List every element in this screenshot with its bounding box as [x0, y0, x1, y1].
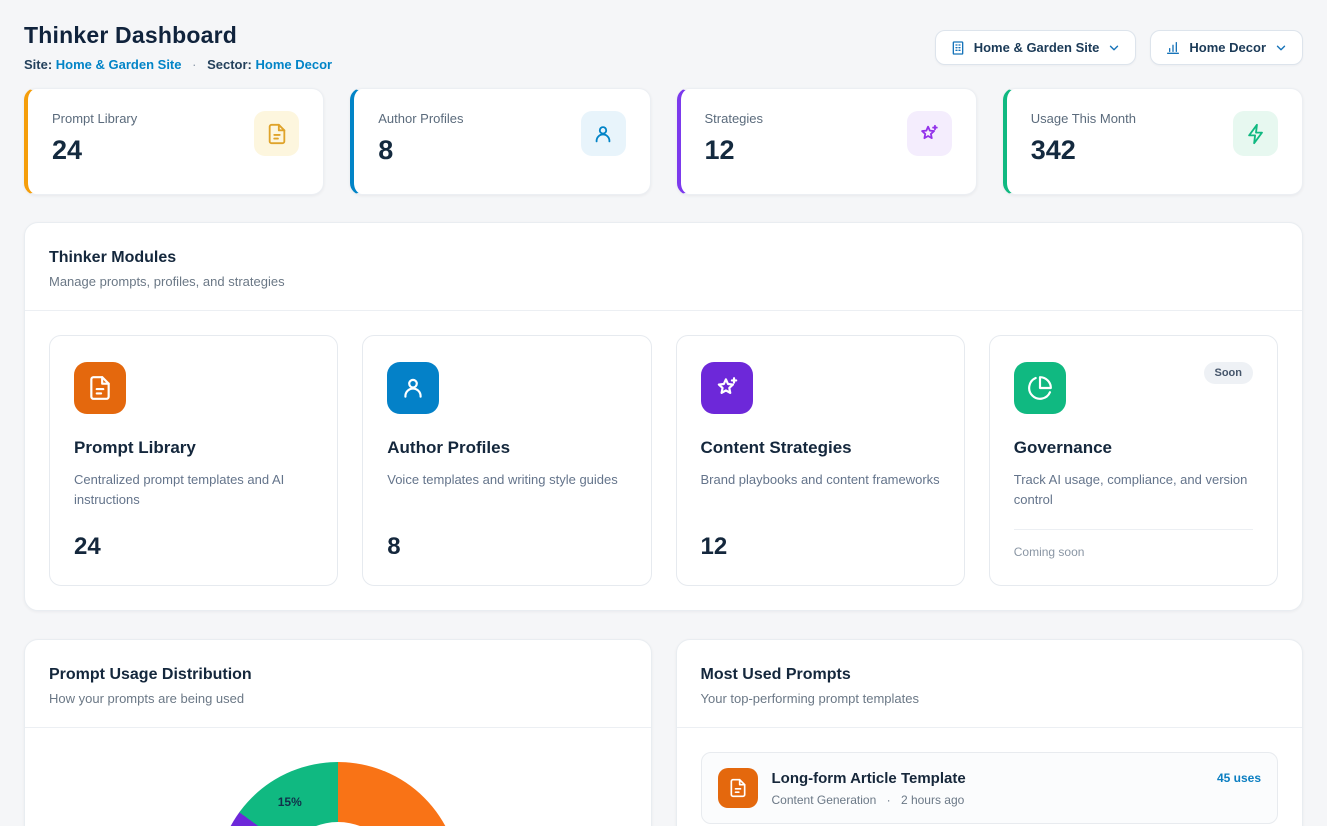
prompts-card-title: Most Used Prompts	[701, 666, 1279, 684]
module-description: Centralized prompt templates and AI inst…	[74, 470, 313, 510]
module-card-content-strategies[interactable]: Content Strategies Brand playbooks and c…	[676, 335, 965, 586]
usage-card-header: Prompt Usage Distribution How your promp…	[25, 640, 651, 728]
building-icon	[950, 40, 966, 56]
most-used-prompts-card: Most Used Prompts Your top-performing pr…	[676, 639, 1304, 826]
site-selector-dropdown[interactable]: Home & Garden Site	[935, 30, 1137, 65]
bottom-row: Prompt Usage Distribution How your promp…	[24, 639, 1303, 826]
module-top	[701, 362, 940, 414]
user-icon	[387, 362, 439, 414]
module-top	[387, 362, 626, 414]
chart-region: 15%	[25, 762, 651, 826]
sector-selector-dropdown[interactable]: Home Decor	[1150, 30, 1303, 65]
stat-value: 24	[52, 135, 137, 166]
sector-selector-label: Home Decor	[1189, 40, 1266, 55]
module-description: Voice templates and writing style guides	[387, 470, 626, 490]
stat-text: Usage This Month 342	[1031, 111, 1136, 172]
prompt-item-uses-badge: 45 uses	[1217, 768, 1261, 785]
prompts-card-header: Most Used Prompts Your top-performing pr…	[677, 640, 1303, 728]
sparkle-star-icon	[907, 111, 952, 156]
usage-card-title: Prompt Usage Distribution	[49, 666, 627, 684]
pie-chart-icon	[1014, 362, 1066, 414]
lightning-icon	[1233, 111, 1278, 156]
module-count: 8	[387, 533, 626, 561]
stat-label: Usage This Month	[1031, 111, 1136, 126]
chevron-down-icon	[1274, 41, 1288, 55]
module-count: 24	[74, 533, 313, 561]
stat-value: 342	[1031, 135, 1136, 166]
site-link[interactable]: Home & Garden Site	[56, 57, 182, 72]
thinker-modules-section: Thinker Modules Manage prompts, profiles…	[24, 222, 1303, 611]
stat-text: Author Profiles 8	[378, 111, 463, 172]
stat-card-author-profiles: Author Profiles 8	[350, 88, 650, 195]
module-title: Author Profiles	[387, 438, 626, 458]
breadcrumb: Site: Home & Garden Site · Sector: Home …	[24, 57, 332, 72]
usage-card-subtitle: How your prompts are being used	[49, 691, 627, 706]
header-selectors: Home & Garden Site Home Decor	[935, 22, 1303, 65]
module-description: Brand playbooks and content frameworks	[701, 470, 940, 490]
module-card-prompt-library[interactable]: Prompt Library Centralized prompt templa…	[49, 335, 338, 586]
document-icon	[74, 362, 126, 414]
modules-title: Thinker Modules	[49, 249, 1278, 267]
stat-label: Prompt Library	[52, 111, 137, 126]
soon-badge: Soon	[1204, 362, 1254, 384]
prompt-list-item[interactable]: Long-form Article Template Content Gener…	[701, 752, 1279, 824]
sector-link[interactable]: Home Decor	[256, 57, 333, 72]
module-footer: Coming soon	[1014, 529, 1253, 561]
dashboard-page: Thinker Dashboard Site: Home & Garden Si…	[0, 0, 1327, 826]
sector-label: Sector:	[207, 57, 252, 72]
module-title: Content Strategies	[701, 438, 940, 458]
module-top	[74, 362, 313, 414]
module-title: Governance	[1014, 438, 1253, 458]
bar-chart-icon	[1165, 40, 1181, 56]
module-count: 12	[701, 533, 940, 561]
stat-label: Author Profiles	[378, 111, 463, 126]
modules-header: Thinker Modules Manage prompts, profiles…	[25, 223, 1302, 311]
breadcrumb-separator: ·	[192, 57, 196, 72]
page-title: Thinker Dashboard	[24, 22, 332, 49]
user-icon	[581, 111, 626, 156]
stat-value: 12	[705, 135, 764, 166]
site-selector-label: Home & Garden Site	[974, 40, 1100, 55]
chevron-down-icon	[1107, 41, 1121, 55]
stat-value: 8	[378, 135, 463, 166]
document-icon	[254, 111, 299, 156]
donut-slice-label: 15%	[278, 795, 302, 809]
modules-grid: Prompt Library Centralized prompt templa…	[25, 311, 1302, 610]
stat-card-strategies: Strategies 12	[677, 88, 977, 195]
sparkle-star-icon	[701, 362, 753, 414]
prompts-card-subtitle: Your top-performing prompt templates	[701, 691, 1279, 706]
donut-chart: 15%	[216, 762, 460, 826]
module-title: Prompt Library	[74, 438, 313, 458]
coming-soon-text: Coming soon	[1014, 545, 1085, 559]
prompt-item-category: Content Generation	[772, 793, 877, 807]
meta-separator: ·	[887, 793, 891, 807]
prompt-item-meta: Content Generation · 2 hours ago	[772, 793, 966, 807]
stats-row: Prompt Library 24 Author Profiles 8 Stra…	[24, 88, 1303, 195]
prompt-list: Long-form Article Template Content Gener…	[677, 728, 1303, 826]
document-icon	[718, 768, 758, 808]
module-top: Soon	[1014, 362, 1253, 414]
prompt-item-title: Long-form Article Template	[772, 770, 966, 787]
prompt-item-text: Long-form Article Template Content Gener…	[772, 770, 966, 807]
modules-subtitle: Manage prompts, profiles, and strategies	[49, 274, 1278, 289]
stat-card-usage: Usage This Month 342	[1003, 88, 1303, 195]
prompt-item-time: 2 hours ago	[901, 793, 964, 807]
stat-card-prompt-library: Prompt Library 24	[24, 88, 324, 195]
prompt-usage-distribution-card: Prompt Usage Distribution How your promp…	[24, 639, 652, 826]
module-description: Track AI usage, compliance, and version …	[1014, 470, 1253, 510]
header: Thinker Dashboard Site: Home & Garden Si…	[24, 22, 1303, 72]
stat-text: Prompt Library 24	[52, 111, 137, 172]
module-card-author-profiles[interactable]: Author Profiles Voice templates and writ…	[362, 335, 651, 586]
module-card-governance[interactable]: Soon Governance Track AI usage, complian…	[989, 335, 1278, 586]
site-label: Site:	[24, 57, 52, 72]
stat-text: Strategies 12	[705, 111, 764, 172]
stat-label: Strategies	[705, 111, 764, 126]
header-left: Thinker Dashboard Site: Home & Garden Si…	[24, 22, 332, 72]
